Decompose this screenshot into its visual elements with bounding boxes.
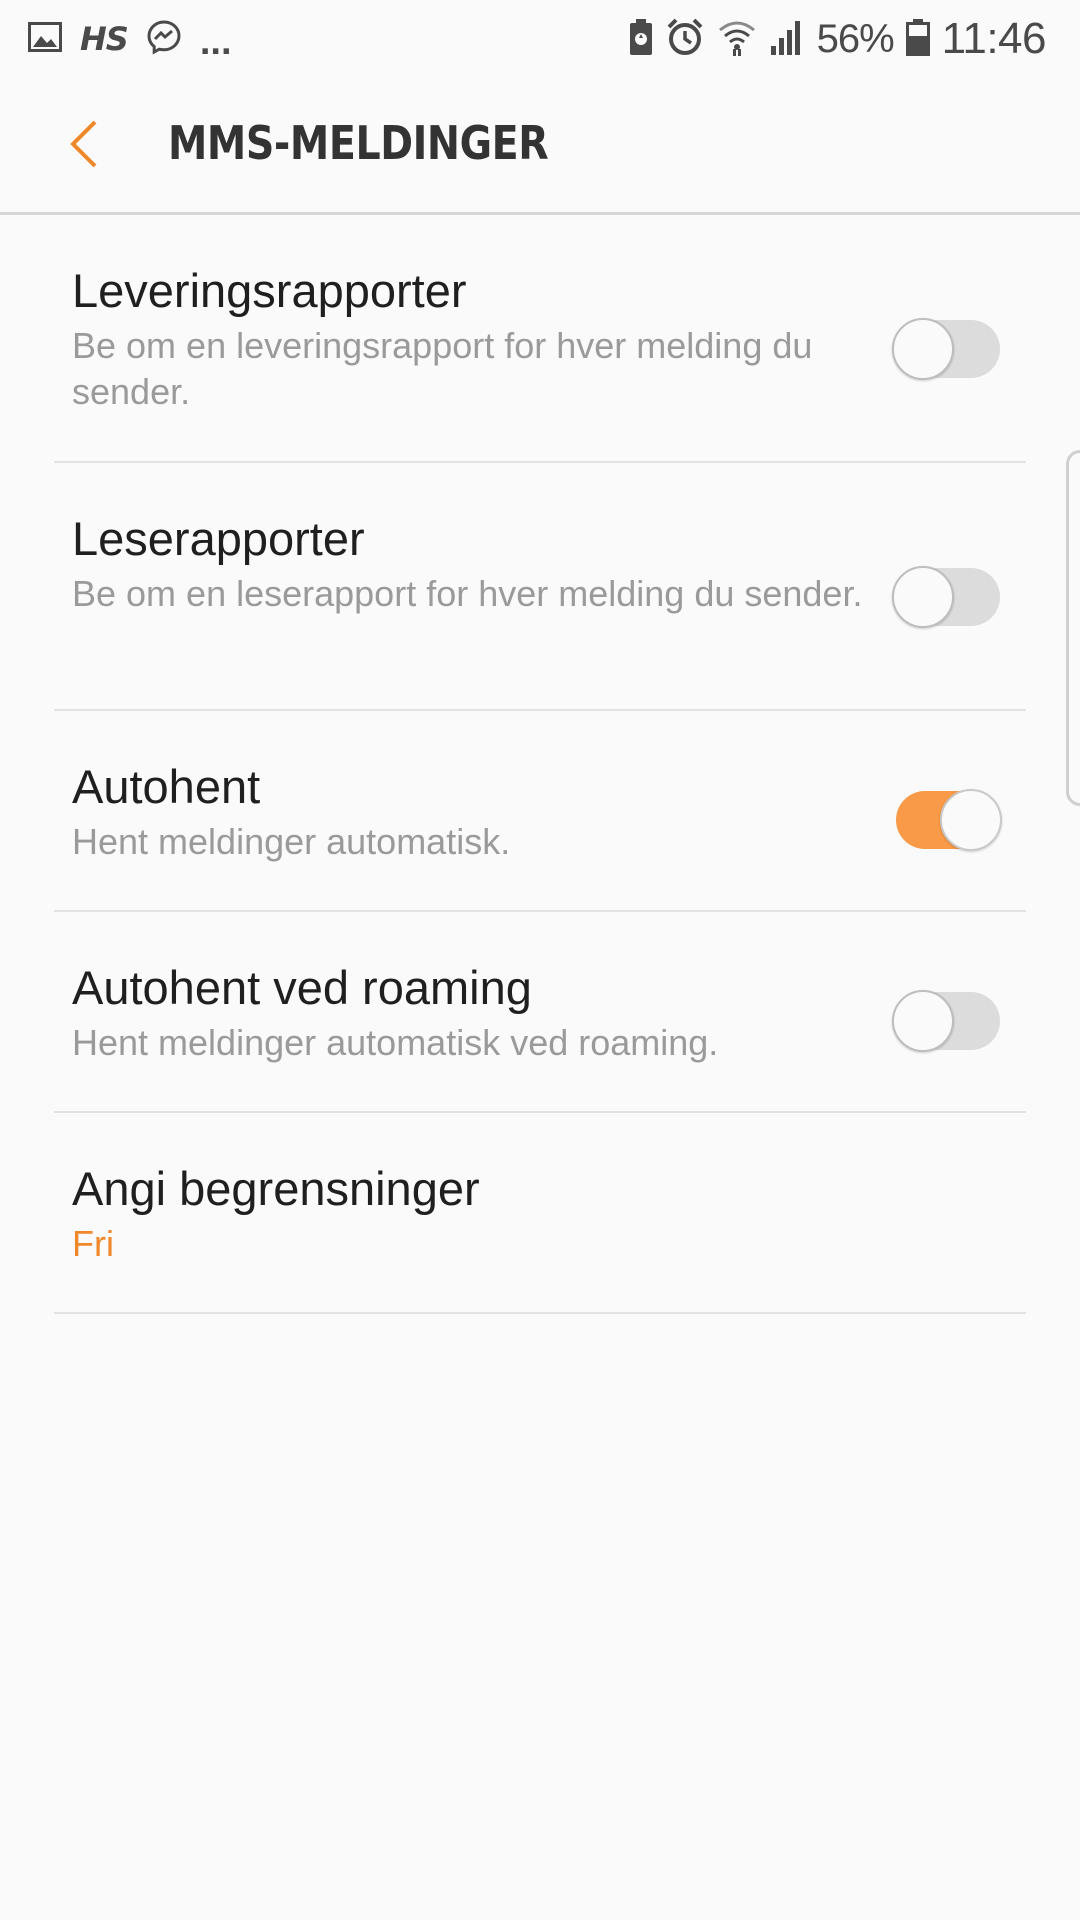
- read-reports-toggle[interactable]: [892, 558, 1002, 628]
- setting-restrictions[interactable]: Angi begrensninger Fri: [54, 1113, 1026, 1314]
- clock: 11:46: [941, 14, 1047, 63]
- setting-summary: Be om en leserapport for hver melding du…: [72, 573, 863, 614]
- setting-title: Autohent: [72, 760, 261, 813]
- status-bar: HS ... 56% 11:46: [0, 0, 1080, 78]
- wifi-icon: [717, 18, 757, 61]
- chevron-left-icon: [70, 120, 97, 168]
- setting-summary: Hent meldinger automatisk.: [72, 821, 511, 862]
- setting-title: Leserapporter: [72, 512, 365, 565]
- setting-summary: Hent meldinger automatisk ved roaming.: [72, 1022, 719, 1063]
- setting-title: Autohent ved roaming: [72, 961, 532, 1014]
- setting-auto-retrieve[interactable]: Autohent Hent meldinger automatisk.: [54, 711, 1026, 912]
- auto-retrieve-roaming-toggle[interactable]: [892, 982, 1002, 1052]
- setting-title: Angi begrensninger: [72, 1162, 480, 1215]
- more-notifications-icon: ...: [199, 21, 232, 63]
- setting-title: Leveringsrapporter: [72, 264, 467, 317]
- image-icon: [28, 21, 62, 57]
- back-button[interactable]: [54, 114, 114, 174]
- auto-retrieve-toggle[interactable]: [892, 781, 1002, 851]
- setting-read-reports[interactable]: Leserapporter Be om en leserapport for h…: [54, 463, 1026, 711]
- setting-value: Fri: [72, 1223, 114, 1264]
- notification-icons: HS ...: [28, 16, 232, 62]
- setting-delivery-reports[interactable]: Leveringsrapporter Be om en leveringsrap…: [54, 215, 1026, 463]
- page-title: MMS-MELDINGER: [168, 116, 549, 170]
- app-bar: MMS-MELDINGER: [0, 78, 1080, 215]
- hs-icon: HS: [80, 20, 129, 58]
- battery-icon: [905, 18, 930, 61]
- alarm-icon: [665, 17, 705, 62]
- setting-auto-retrieve-roaming[interactable]: Autohent ved roaming Hent meldinger auto…: [54, 912, 1026, 1113]
- scroll-indicator[interactable]: [1066, 450, 1080, 806]
- battery-saver-icon: [629, 18, 653, 61]
- signal-icon: [769, 18, 805, 61]
- screen: HS ... 56% 11:46 MMS-MELDINGER Leverings…: [0, 0, 1080, 1920]
- battery-percent: 56%: [816, 16, 895, 61]
- setting-summary: Be om en leveringsrapport for hver meldi…: [72, 325, 813, 412]
- settings-list: Leveringsrapporter Be om en leveringsrap…: [0, 215, 1080, 1314]
- system-icons: 56% 11:46: [629, 12, 1047, 66]
- delivery-reports-toggle[interactable]: [892, 310, 1002, 380]
- messenger-icon: [146, 19, 182, 60]
